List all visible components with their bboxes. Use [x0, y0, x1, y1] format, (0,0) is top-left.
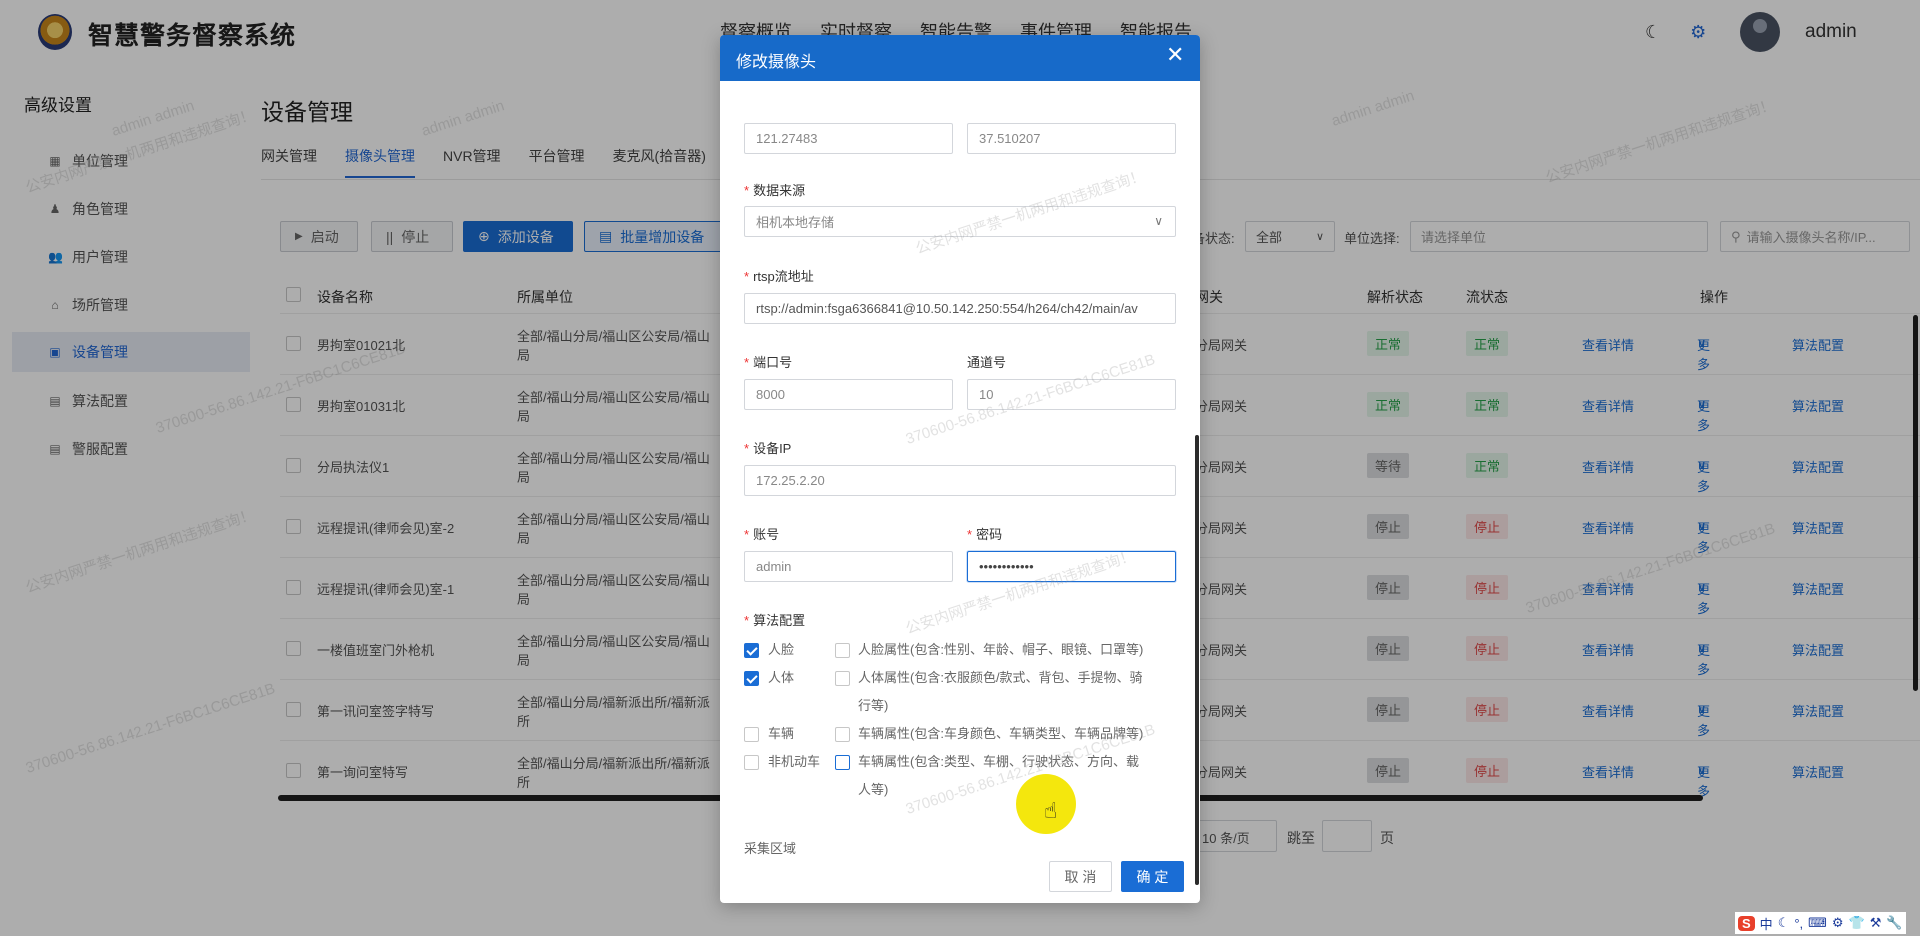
nonmotor-label: 非机动车	[768, 754, 821, 769]
face-label: 人脸	[768, 642, 795, 657]
vehicle-attr-checkbox[interactable]	[835, 727, 850, 742]
close-icon[interactable]: ✕	[1166, 44, 1184, 66]
ime-tray: S 中 ☾ °, ⌨ ⚙ 👕 ⚒ 🔧	[1735, 912, 1906, 934]
vehicle-label: 车辆	[768, 726, 795, 741]
face-checkbox[interactable]	[744, 643, 759, 658]
account-label: * 账号	[744, 527, 780, 542]
edit-camera-dialog: 修改摄像头 ✕ 121.27483 37.510207 * 数据来源 相机本地存储…	[720, 35, 1200, 903]
device-ip-label: * 设备IP	[744, 441, 792, 456]
sogou-logo-icon[interactable]: S	[1738, 915, 1755, 931]
dialog-scrollbar[interactable]	[1195, 435, 1199, 885]
vehicle-checkbox[interactable]	[744, 727, 759, 742]
chinese-mode-icon[interactable]: 中	[1760, 914, 1773, 933]
dialog-title: 修改摄像头	[736, 54, 817, 71]
latitude-field[interactable]: 37.510207	[967, 123, 1176, 154]
password-label: * 密码	[967, 527, 1003, 542]
dialog-body: 121.27483 37.510207 * 数据来源 相机本地存储 ∨ * rtsp…	[720, 81, 1200, 871]
port-label: * 端口号	[744, 355, 793, 370]
body-checkbox[interactable]	[744, 671, 759, 686]
face-attr-checkbox[interactable]	[835, 643, 850, 658]
hand-cursor-icon: ☝	[1044, 798, 1058, 823]
device-ip-field[interactable]: 172.25.2.20	[744, 465, 1176, 496]
body-attr-label: 人体属性(包含:衣服颜色/款式、背包、手提物、骑	[858, 670, 1143, 685]
rtsp-url-field[interactable]: rtsp://admin:fsga6366841@10.50.142.250:5…	[744, 293, 1176, 324]
algorithm-config-label: * 算法配置	[744, 613, 806, 628]
moon-icon[interactable]: ☾	[1778, 915, 1790, 931]
tools-icon[interactable]: ⚒	[1870, 915, 1882, 931]
skin-icon[interactable]: 👕	[1849, 915, 1865, 931]
longitude-field[interactable]: 121.27483	[744, 123, 953, 154]
rtsp-label: * rtsp流地址	[744, 269, 814, 284]
channel-label: 通道号	[967, 355, 1007, 370]
punctuation-icon[interactable]: °,	[1794, 916, 1803, 931]
account-field[interactable]: admin	[744, 551, 953, 582]
body-attr-label-cont: 行等)	[858, 698, 889, 713]
cancel-button[interactable]: 取 消	[1049, 861, 1112, 892]
body-label: 人体	[768, 670, 795, 685]
wrench-icon[interactable]: 🔧	[1886, 915, 1902, 931]
collect-area-label: 采集区域	[744, 841, 797, 856]
face-attr-label: 人脸属性(包含:性别、年龄、帽子、眼镜、口罩等)	[858, 642, 1144, 657]
data-source-label: * 数据来源	[744, 183, 806, 198]
body-attr-checkbox[interactable]	[835, 671, 850, 686]
chevron-down-icon: ∨	[1154, 214, 1163, 228]
nonmotor-checkbox[interactable]	[744, 755, 759, 770]
nonmotor-attr-label-cont: 人等)	[858, 782, 889, 797]
confirm-button[interactable]: 确 定	[1121, 861, 1184, 892]
nonmotor-attr-checkbox[interactable]	[835, 755, 850, 770]
dialog-header: 修改摄像头 ✕	[720, 35, 1200, 81]
port-field[interactable]: 8000	[744, 379, 953, 410]
keyboard-icon[interactable]: ⌨	[1808, 915, 1827, 931]
gear-icon[interactable]: ⚙	[1832, 915, 1844, 931]
